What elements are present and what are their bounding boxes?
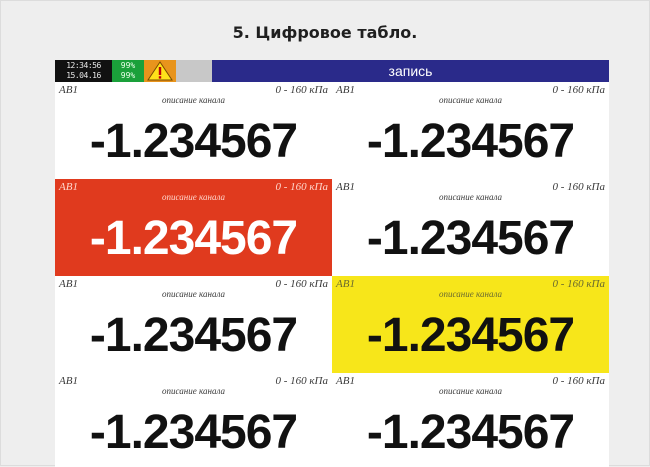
memory-indicator[interactable]: 99% 99% <box>112 60 144 82</box>
channel-value: -1.234567 <box>366 406 575 459</box>
channel-description: описание канала <box>439 289 502 299</box>
channel-value: -1.234567 <box>89 115 298 168</box>
memory-value-2: 99% <box>120 71 136 80</box>
channel-cell[interactable]: AB1 0 - 160 кПа описание канала -1.234567 <box>332 82 609 179</box>
memory-value-1: 99% <box>120 61 136 70</box>
channel-cell[interactable]: AB1 0 - 160 кПа описание канала -1.234567 <box>55 276 332 373</box>
channel-description: описание канала <box>162 386 225 396</box>
channel-cell[interactable]: AB1 0 - 160 кПа описание канала -1.234567 <box>332 373 609 467</box>
warning-button[interactable] <box>144 60 176 82</box>
clock-time: 12:34:56 <box>66 61 101 70</box>
channel-description: описание канала <box>439 95 502 105</box>
channel-cell[interactable]: AB1 0 - 160 кПа описание канала -1.234567 <box>55 179 332 276</box>
clock-date: 15.04.16 <box>66 71 101 80</box>
device-screen: 12:34:56 15.04.16 99% 99% запись AB1 0 - … <box>55 60 609 467</box>
channel-description: описание канала <box>162 289 225 299</box>
record-button[interactable]: запись <box>212 60 609 82</box>
channel-description: описание канала <box>162 192 225 202</box>
channel-cell[interactable]: AB1 0 - 160 кПа описание канала -1.234567 <box>332 179 609 276</box>
channel-description: описание канала <box>162 95 225 105</box>
figure-frame: 5. Цифровое табло. 12:34:56 15.04.16 99%… <box>0 0 650 467</box>
channel-value: -1.234567 <box>89 309 298 362</box>
channel-value: -1.234567 <box>89 212 298 265</box>
warning-triangle-icon <box>147 61 173 81</box>
channel-cell[interactable]: AB1 0 - 160 кПа описание канала -1.234567 <box>332 276 609 373</box>
channel-cell[interactable]: AB1 0 - 160 кПа описание канала -1.234567 <box>55 82 332 179</box>
channel-cell[interactable]: AB1 0 - 160 кПа описание канала -1.234567 <box>55 373 332 467</box>
channel-description: описание канала <box>439 192 502 202</box>
page-title: 5. Цифровое табло. <box>232 23 418 42</box>
clock-display[interactable]: 12:34:56 15.04.16 <box>55 60 112 82</box>
status-slot <box>176 60 212 82</box>
channel-value: -1.234567 <box>89 406 298 459</box>
channel-description: описание канала <box>439 386 502 396</box>
status-bar: 12:34:56 15.04.16 99% 99% запись <box>55 60 609 82</box>
channel-value: -1.234567 <box>366 115 575 168</box>
channel-value: -1.234567 <box>366 309 575 362</box>
channel-value: -1.234567 <box>366 212 575 265</box>
